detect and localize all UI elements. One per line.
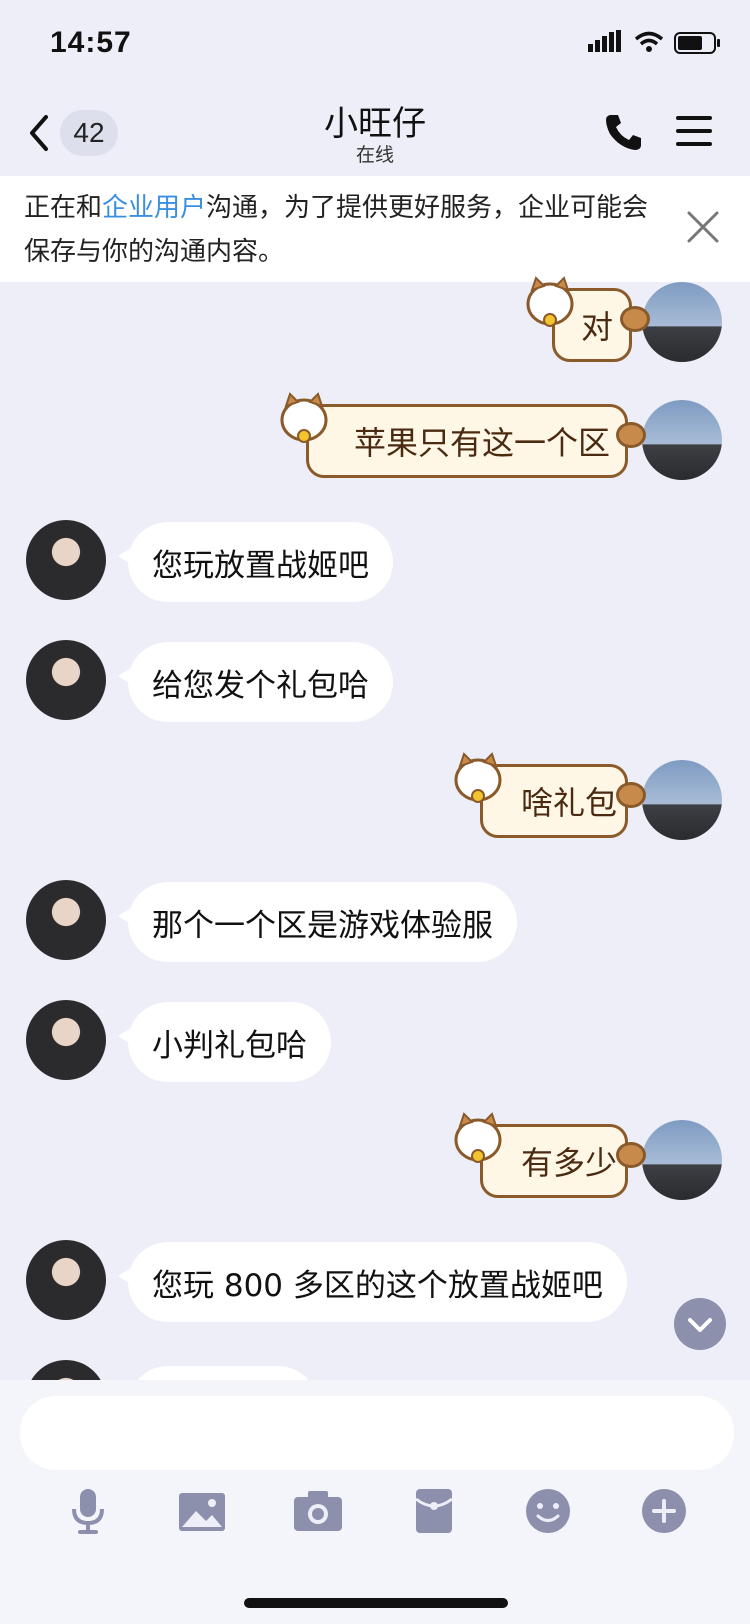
wifi-icon <box>634 31 664 52</box>
message-text: 给您发个礼包哈 <box>152 667 369 704</box>
contact-avatar[interactable] <box>26 880 106 960</box>
my-avatar[interactable] <box>642 1120 722 1200</box>
cellular-signal-icon <box>588 30 621 52</box>
message-text: 那个一个区是游戏体验服 <box>152 907 493 944</box>
message-text: 小判礼包哈 <box>152 1027 307 1064</box>
message-text: 您玩放置战姬吧 <box>152 547 369 584</box>
contact-avatar[interactable] <box>26 640 106 720</box>
contact-avatar[interactable] <box>26 520 106 600</box>
my-avatar[interactable] <box>642 282 722 362</box>
image-icon[interactable] <box>176 1487 228 1535</box>
my-avatar[interactable] <box>642 400 722 480</box>
scroll-to-bottom-button[interactable] <box>674 1298 726 1350</box>
chevron-down-icon <box>688 1318 712 1332</box>
message-bubble-right[interactable]: 对 <box>526 276 650 362</box>
message-bubble-left[interactable]: 您玩放置战姬吧 <box>118 522 393 602</box>
message-text: 苹果只有这一个区 <box>353 424 610 462</box>
camera-icon[interactable] <box>292 1487 344 1535</box>
red-packet-icon[interactable] <box>408 1487 460 1535</box>
notice-text: 正在和企业用户沟通，为了提供更好服务，企业可能会保存与你的沟通内容。 <box>24 186 664 274</box>
message-input[interactable] <box>20 1396 734 1470</box>
message-bubble-left[interactable]: 给您发个礼包哈 <box>118 642 393 722</box>
plus-icon[interactable] <box>638 1487 690 1535</box>
contact-avatar[interactable] <box>26 1240 106 1320</box>
message-bubble-right[interactable]: 苹果只有这一个区 <box>280 392 646 478</box>
microphone-icon[interactable] <box>62 1487 114 1535</box>
message-text: 啥礼包 <box>520 784 617 822</box>
message-bubble-left[interactable]: 小判礼包哈 <box>118 1002 331 1082</box>
phone-call-icon[interactable] <box>602 110 646 154</box>
battery-icon <box>674 32 720 54</box>
emoji-icon[interactable] <box>522 1487 574 1535</box>
close-icon[interactable] <box>686 210 720 244</box>
message-bubble-right[interactable]: 啥礼包 <box>454 752 646 838</box>
status-time: 14:57 <box>50 26 132 59</box>
message-bubble-right[interactable]: 有多少 <box>454 1112 646 1198</box>
my-avatar[interactable] <box>642 760 722 840</box>
menu-icon[interactable] <box>674 112 714 150</box>
message-bubble-left[interactable]: 您玩 800 多区的这个放置战姬吧 <box>118 1242 627 1322</box>
message-text: 对 <box>580 308 613 346</box>
enterprise-user-link[interactable]: 企业用户 <box>102 193 206 223</box>
message-text: 您玩 800 多区的这个放置战姬吧 <box>152 1267 603 1304</box>
contact-avatar[interactable] <box>26 1000 106 1080</box>
message-text: 有多少 <box>520 1144 617 1182</box>
message-bubble-left[interactable]: 那个一个区是游戏体验服 <box>118 882 517 962</box>
home-indicator <box>244 1598 508 1608</box>
notice-text-before: 正在和 <box>24 193 103 223</box>
